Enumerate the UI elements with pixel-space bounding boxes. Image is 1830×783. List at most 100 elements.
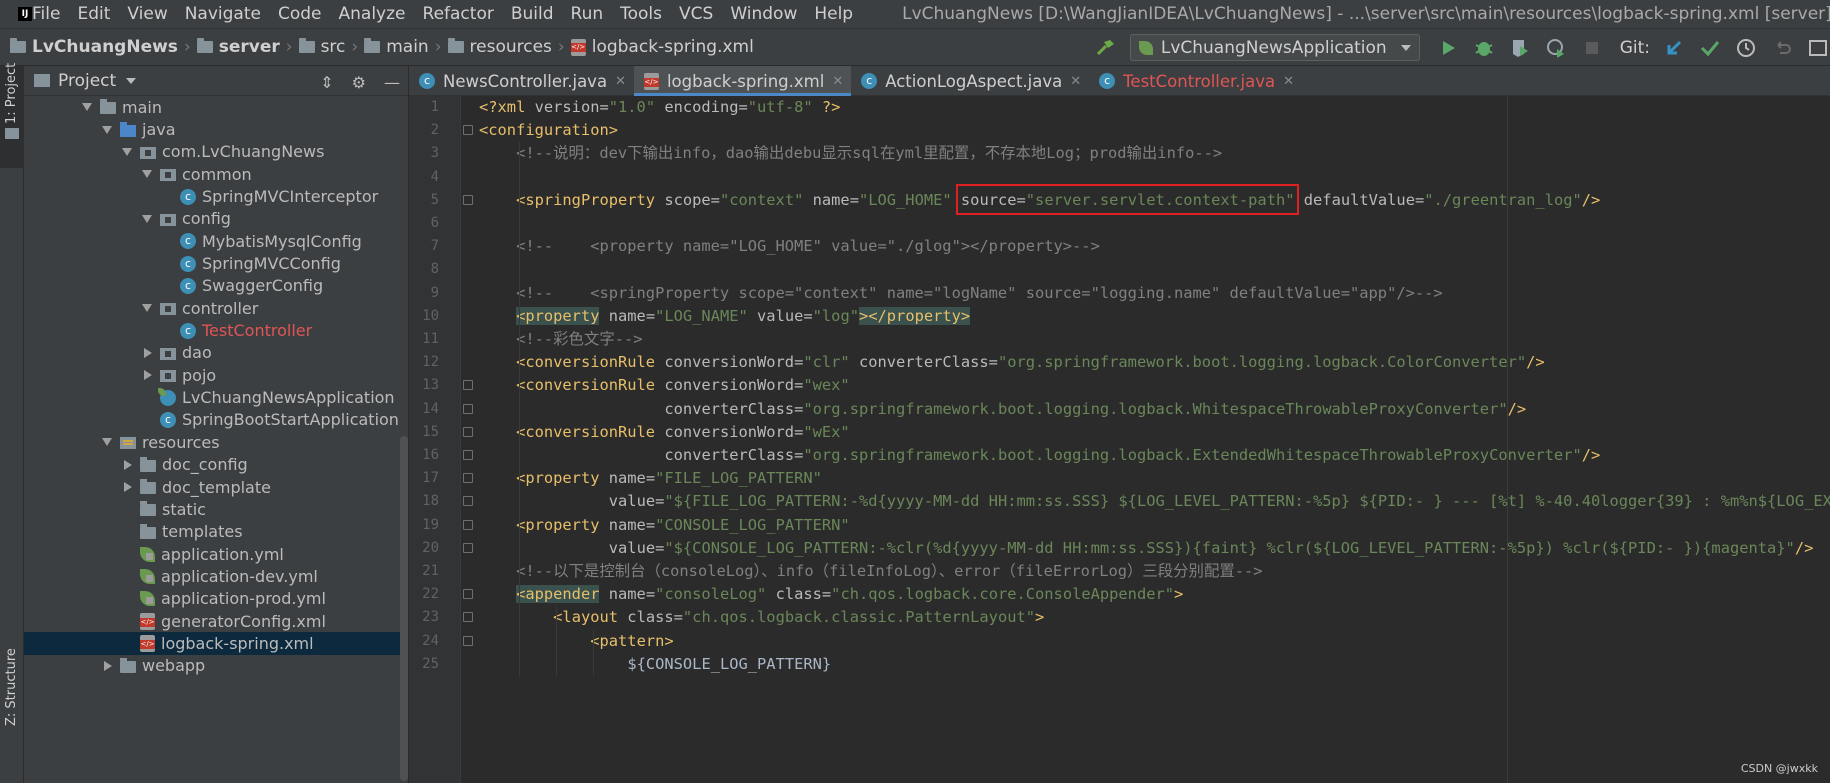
run-with-coverage-icon[interactable]	[1508, 36, 1532, 60]
expanded-arrow-icon[interactable]	[142, 170, 152, 179]
tree-item[interactable]: generatorConfig.xml	[24, 610, 408, 632]
chevron-down-icon[interactable]	[126, 77, 137, 84]
fold-marker-icon[interactable]	[463, 542, 473, 553]
expanded-arrow-icon[interactable]	[102, 125, 112, 134]
project-structure-icon[interactable]	[1806, 36, 1830, 60]
menu-vcs[interactable]: VCS	[671, 4, 722, 24]
menu-analyze[interactable]: Analyze	[331, 4, 415, 24]
breadcrumb-item[interactable]: LvChuangNews ›	[10, 37, 197, 57]
profile-icon[interactable]	[1544, 36, 1568, 60]
line-number: 2	[430, 122, 439, 139]
rollback-icon[interactable]	[1770, 36, 1794, 60]
tree-item[interactable]: common	[24, 163, 408, 185]
breadcrumb-item[interactable]: main ›	[364, 37, 447, 57]
expanded-arrow-icon[interactable]	[122, 147, 132, 156]
history-clock-icon[interactable]	[1734, 36, 1758, 60]
collapsed-arrow-icon[interactable]	[124, 459, 132, 470]
git-commit-check-icon[interactable]	[1698, 36, 1722, 60]
tree-item[interactable]: static	[24, 498, 408, 520]
structure-tool-button[interactable]: Z: Structure	[0, 586, 24, 736]
tree-item[interactable]: java	[24, 118, 408, 140]
fold-marker-icon[interactable]	[463, 612, 473, 623]
tree-item[interactable]: SpringBootStartApplication	[24, 409, 408, 431]
project-tool-button[interactable]: 1: Project	[0, 63, 24, 168]
breadcrumb-item[interactable]: logback-spring.xml	[570, 37, 754, 57]
fold-marker-icon[interactable]	[463, 496, 473, 507]
fold-marker-icon[interactable]	[463, 589, 473, 600]
fold-marker-icon[interactable]	[463, 125, 473, 136]
debug-icon[interactable]	[1472, 36, 1496, 60]
fold-marker-icon[interactable]	[463, 194, 473, 205]
collapsed-arrow-icon[interactable]	[104, 660, 112, 671]
expanded-arrow-icon[interactable]	[142, 304, 152, 313]
tree-item[interactable]: SpringMVCConfig	[24, 252, 408, 274]
gear-icon[interactable]: ⚙	[352, 73, 366, 92]
code-editor[interactable]: 1 2 3 4 5 6 7 8 9 10 11 12 13 14 15 16 17 18 19 20 21 22 23 24 2…	[409, 96, 1830, 783]
minimize-icon[interactable]: —	[384, 73, 400, 92]
run-configuration-selector[interactable]: LvChuangNewsApplication	[1129, 34, 1420, 61]
tree-item[interactable]: application.yml	[24, 543, 408, 565]
close-tab-icon[interactable]: ✕	[1070, 74, 1081, 89]
tree-item[interactable]: application-prod.yml	[24, 588, 408, 610]
editor-tab[interactable]: ActionLogAspect.java ✕	[851, 66, 1089, 96]
tree-item[interactable]: application-dev.yml	[24, 565, 408, 587]
tree-item[interactable]: TestController	[24, 319, 408, 341]
fold-marker-icon[interactable]	[463, 403, 473, 414]
tree-item[interactable]: com.LvChuangNews	[24, 141, 408, 163]
project-view-selector[interactable]: Project	[58, 71, 116, 91]
code-line: converterClass="org.springframework.boot…	[664, 444, 1600, 467]
tree-item[interactable]: resources	[24, 431, 408, 453]
editor-tab[interactable]: TestController.java ✕	[1089, 66, 1302, 96]
tree-item[interactable]: pojo	[24, 364, 408, 386]
stop-icon[interactable]	[1580, 36, 1604, 60]
menu-view[interactable]: View	[119, 4, 176, 24]
tree-item[interactable]: config	[24, 208, 408, 230]
collapsed-arrow-icon[interactable]	[144, 347, 152, 358]
collapsed-arrow-icon[interactable]	[144, 370, 152, 381]
breadcrumb-item[interactable]: server ›	[196, 37, 299, 57]
tree-item[interactable]: templates	[24, 521, 408, 543]
tree-item[interactable]: doc_template	[24, 476, 408, 498]
fold-marker-icon[interactable]	[463, 519, 473, 530]
expanded-arrow-icon[interactable]	[142, 214, 152, 223]
menu-run[interactable]: Run	[563, 4, 613, 24]
tree-item[interactable]: LvChuangNewsApplication	[24, 386, 408, 408]
tree-item[interactable]: SpringMVCInterceptor	[24, 185, 408, 207]
menu-window[interactable]: Window	[722, 4, 806, 24]
fold-marker-icon[interactable]	[463, 426, 473, 437]
expanded-arrow-icon[interactable]	[102, 438, 112, 447]
tree-item[interactable]: main	[24, 96, 408, 118]
tree-item[interactable]: doc_config	[24, 454, 408, 476]
fold-marker-icon[interactable]	[463, 473, 473, 484]
menu-refactor[interactable]: Refactor	[415, 4, 503, 24]
collapse-all-icon[interactable]: ⇕	[320, 73, 333, 92]
breadcrumb-item[interactable]: resources ›	[447, 37, 571, 57]
tree-item[interactable]: controller	[24, 297, 408, 319]
tree-item[interactable]: MybatisMysqlConfig	[24, 230, 408, 252]
tree-item[interactable]: SwaggerConfig	[24, 275, 408, 297]
expanded-arrow-icon[interactable]	[82, 103, 92, 112]
close-tab-icon[interactable]: ✕	[615, 74, 626, 89]
fold-marker-icon[interactable]	[463, 380, 473, 391]
tree-item[interactable]: webapp	[24, 655, 408, 677]
menu-help[interactable]: Help	[806, 4, 862, 24]
close-tab-icon[interactable]: ✕	[832, 74, 843, 89]
tree-item[interactable]: dao	[24, 342, 408, 364]
menu-code[interactable]: Code	[270, 4, 331, 24]
git-update-icon[interactable]	[1662, 36, 1686, 60]
build-hammer-icon[interactable]	[1094, 36, 1118, 60]
editor-tab[interactable]: logback-spring.xml ✕	[633, 66, 852, 96]
run-icon[interactable]	[1436, 36, 1460, 60]
fold-marker-icon[interactable]	[463, 635, 473, 646]
fold-marker-icon[interactable]	[463, 450, 473, 460]
menu-navigate[interactable]: Navigate	[177, 4, 270, 24]
tree-item[interactable]: logback-spring.xml	[24, 632, 408, 655]
menu-build[interactable]: Build	[503, 4, 563, 24]
menu-tools[interactable]: Tools	[612, 4, 671, 24]
editor-tab[interactable]: NewsController.java ✕	[409, 66, 634, 96]
project-tree-scrollbar[interactable]	[400, 436, 408, 781]
menu-edit[interactable]: Edit	[69, 4, 119, 24]
collapsed-arrow-icon[interactable]	[124, 482, 132, 493]
breadcrumb-item[interactable]: src ›	[298, 37, 365, 57]
close-tab-icon[interactable]: ✕	[1283, 74, 1294, 89]
